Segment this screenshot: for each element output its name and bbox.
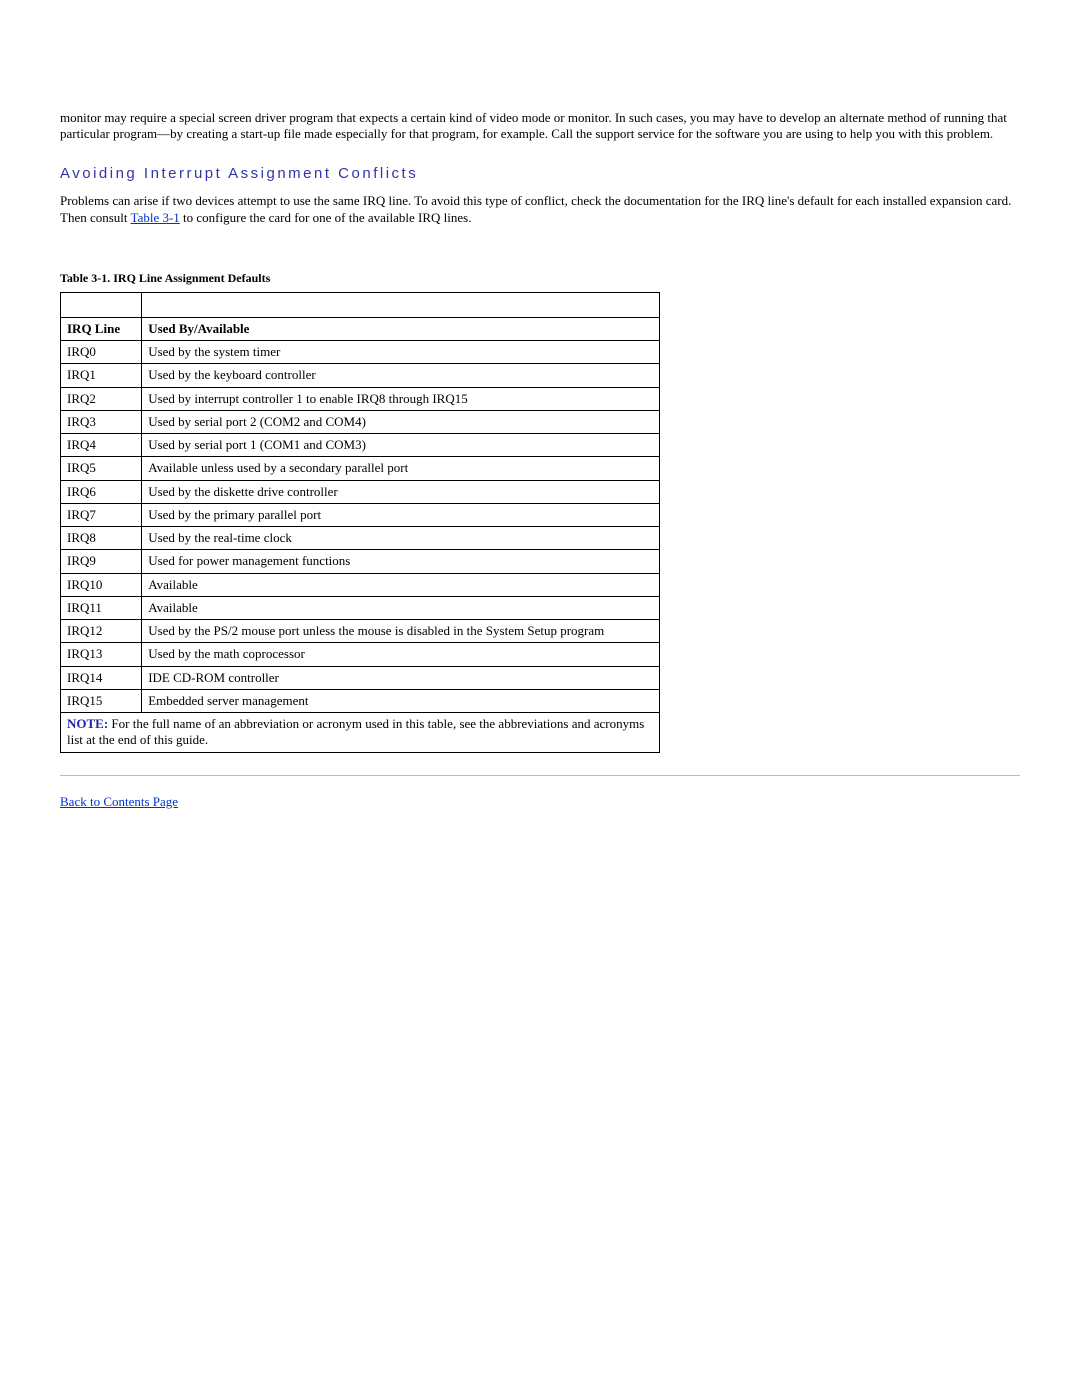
cell-irq-line: IRQ4 xyxy=(61,434,142,457)
note-text: For the full name of an abbreviation or … xyxy=(67,716,644,747)
intro-paragraph: monitor may require a special screen dri… xyxy=(60,110,1020,143)
cell-used-by: IDE CD-ROM controller xyxy=(142,666,660,689)
table-row: IRQ14IDE CD-ROM controller xyxy=(61,666,660,689)
cell-irq-line: IRQ5 xyxy=(61,457,142,480)
table-header-row: IRQ Line Used By/Available xyxy=(61,317,660,340)
cell-used-by: Used by the keyboard controller xyxy=(142,364,660,387)
table-note-row: NOTE: For the full name of an abbreviati… xyxy=(61,713,660,753)
cell-irq-line: IRQ12 xyxy=(61,620,142,643)
section-heading: Avoiding Interrupt Assignment Conflicts xyxy=(60,165,1020,184)
cell-irq-line: IRQ3 xyxy=(61,410,142,433)
table-row: IRQ7Used by the primary parallel port xyxy=(61,503,660,526)
table-row: IRQ4Used by serial port 1 (COM1 and COM3… xyxy=(61,434,660,457)
cell-used-by: Embedded server management xyxy=(142,689,660,712)
cell-used-by: Available unless used by a secondary par… xyxy=(142,457,660,480)
spacer-cell xyxy=(61,292,142,317)
cell-irq-line: IRQ7 xyxy=(61,503,142,526)
cell-used-by: Used by the system timer xyxy=(142,341,660,364)
conflict-paragraph: Problems can arise if two devices attemp… xyxy=(60,193,1020,226)
table-row: IRQ13Used by the math coprocessor xyxy=(61,643,660,666)
cell-used-by: Available xyxy=(142,573,660,596)
cell-used-by: Used by the PS/2 mouse port unless the m… xyxy=(142,620,660,643)
header-irq-line: IRQ Line xyxy=(61,317,142,340)
table-spacer-row xyxy=(61,292,660,317)
cell-used-by: Used by the primary parallel port xyxy=(142,503,660,526)
table-row: IRQ12Used by the PS/2 mouse port unless … xyxy=(61,620,660,643)
cell-used-by: Used by the real-time clock xyxy=(142,527,660,550)
table-row: IRQ9Used for power management functions xyxy=(61,550,660,573)
irq-table: IRQ Line Used By/Available IRQ0Used by t… xyxy=(60,292,660,753)
cell-irq-line: IRQ11 xyxy=(61,596,142,619)
cell-used-by: Used for power management functions xyxy=(142,550,660,573)
table-row: IRQ5Available unless used by a secondary… xyxy=(61,457,660,480)
table-row: IRQ11Available xyxy=(61,596,660,619)
page-content: monitor may require a special screen dri… xyxy=(0,0,1080,850)
cell-irq-line: IRQ0 xyxy=(61,341,142,364)
separator xyxy=(60,775,1020,776)
note-label: NOTE: xyxy=(67,716,108,731)
cell-irq-line: IRQ14 xyxy=(61,666,142,689)
table-row: IRQ10Available xyxy=(61,573,660,596)
cell-irq-line: IRQ10 xyxy=(61,573,142,596)
note-cell: NOTE: For the full name of an abbreviati… xyxy=(61,713,660,753)
cell-irq-line: IRQ15 xyxy=(61,689,142,712)
table-row: IRQ0Used by the system timer xyxy=(61,341,660,364)
table-caption: Table 3-1. IRQ Line Assignment Defaults xyxy=(60,271,1020,286)
cell-irq-line: IRQ1 xyxy=(61,364,142,387)
cell-irq-line: IRQ9 xyxy=(61,550,142,573)
cell-used-by: Used by serial port 1 (COM1 and COM3) xyxy=(142,434,660,457)
back-to-contents-link[interactable]: Back to Contents Page xyxy=(60,794,178,809)
cell-irq-line: IRQ2 xyxy=(61,387,142,410)
table-row: IRQ3Used by serial port 2 (COM2 and COM4… xyxy=(61,410,660,433)
cell-irq-line: IRQ8 xyxy=(61,527,142,550)
table-row: IRQ2Used by interrupt controller 1 to en… xyxy=(61,387,660,410)
cell-irq-line: IRQ6 xyxy=(61,480,142,503)
cell-used-by: Used by the math coprocessor xyxy=(142,643,660,666)
cell-used-by: Available xyxy=(142,596,660,619)
table-row: IRQ1Used by the keyboard controller xyxy=(61,364,660,387)
conflict-text-b: to configure the card for one of the ava… xyxy=(180,210,472,225)
table-row: IRQ6Used by the diskette drive controlle… xyxy=(61,480,660,503)
table-row: IRQ15Embedded server management xyxy=(61,689,660,712)
cell-used-by: Used by serial port 2 (COM2 and COM4) xyxy=(142,410,660,433)
header-used-by: Used By/Available xyxy=(142,317,660,340)
table-row: IRQ8Used by the real-time clock xyxy=(61,527,660,550)
table-link[interactable]: Table 3-1 xyxy=(131,210,180,225)
cell-used-by: Used by the diskette drive controller xyxy=(142,480,660,503)
cell-used-by: Used by interrupt controller 1 to enable… xyxy=(142,387,660,410)
spacer-cell xyxy=(142,292,660,317)
cell-irq-line: IRQ13 xyxy=(61,643,142,666)
